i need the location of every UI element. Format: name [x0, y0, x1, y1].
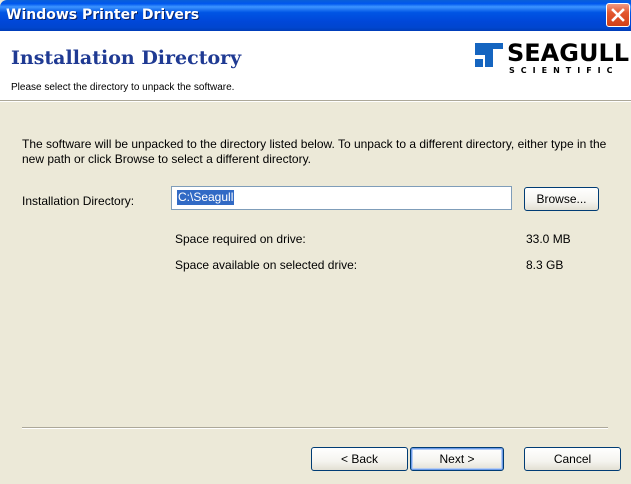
close-icon [611, 8, 625, 22]
seagull-logo-mark [475, 43, 503, 67]
back-button[interactable]: < Back [311, 447, 408, 471]
header-divider [0, 100, 631, 102]
close-button[interactable] [606, 3, 630, 27]
wizard-header: Installation Directory Please select the… [0, 31, 631, 100]
directory-value: C:\Seagull [177, 190, 235, 205]
space-available-value: 8.3 GB [526, 258, 564, 272]
page-subtitle: Please select the directory to unpack th… [11, 82, 235, 93]
page-title: Installation Directory [11, 47, 242, 69]
space-required-value: 33.0 MB [526, 232, 571, 246]
next-button[interactable]: Next > [410, 447, 504, 471]
space-required-label: Space required on drive: [175, 232, 306, 246]
logo-brand: SEAGULL [507, 39, 630, 67]
window-title: Windows Printer Drivers [6, 7, 200, 23]
space-available-label: Space available on selected drive: [175, 258, 358, 272]
browse-button[interactable]: Browse... [524, 187, 599, 211]
directory-input[interactable]: C:\Seagull [171, 186, 512, 210]
description-text: The software will be unpacked to the dir… [22, 137, 607, 166]
cancel-button[interactable]: Cancel [524, 447, 621, 471]
directory-label: Installation Directory: [22, 194, 135, 208]
logo-sub: SCIENTIFIC [509, 66, 619, 75]
footer-divider [22, 427, 608, 429]
seagull-logo: SEAGULL SCIENTIFIC [471, 39, 631, 79]
title-bar: Windows Printer Drivers [0, 0, 631, 31]
